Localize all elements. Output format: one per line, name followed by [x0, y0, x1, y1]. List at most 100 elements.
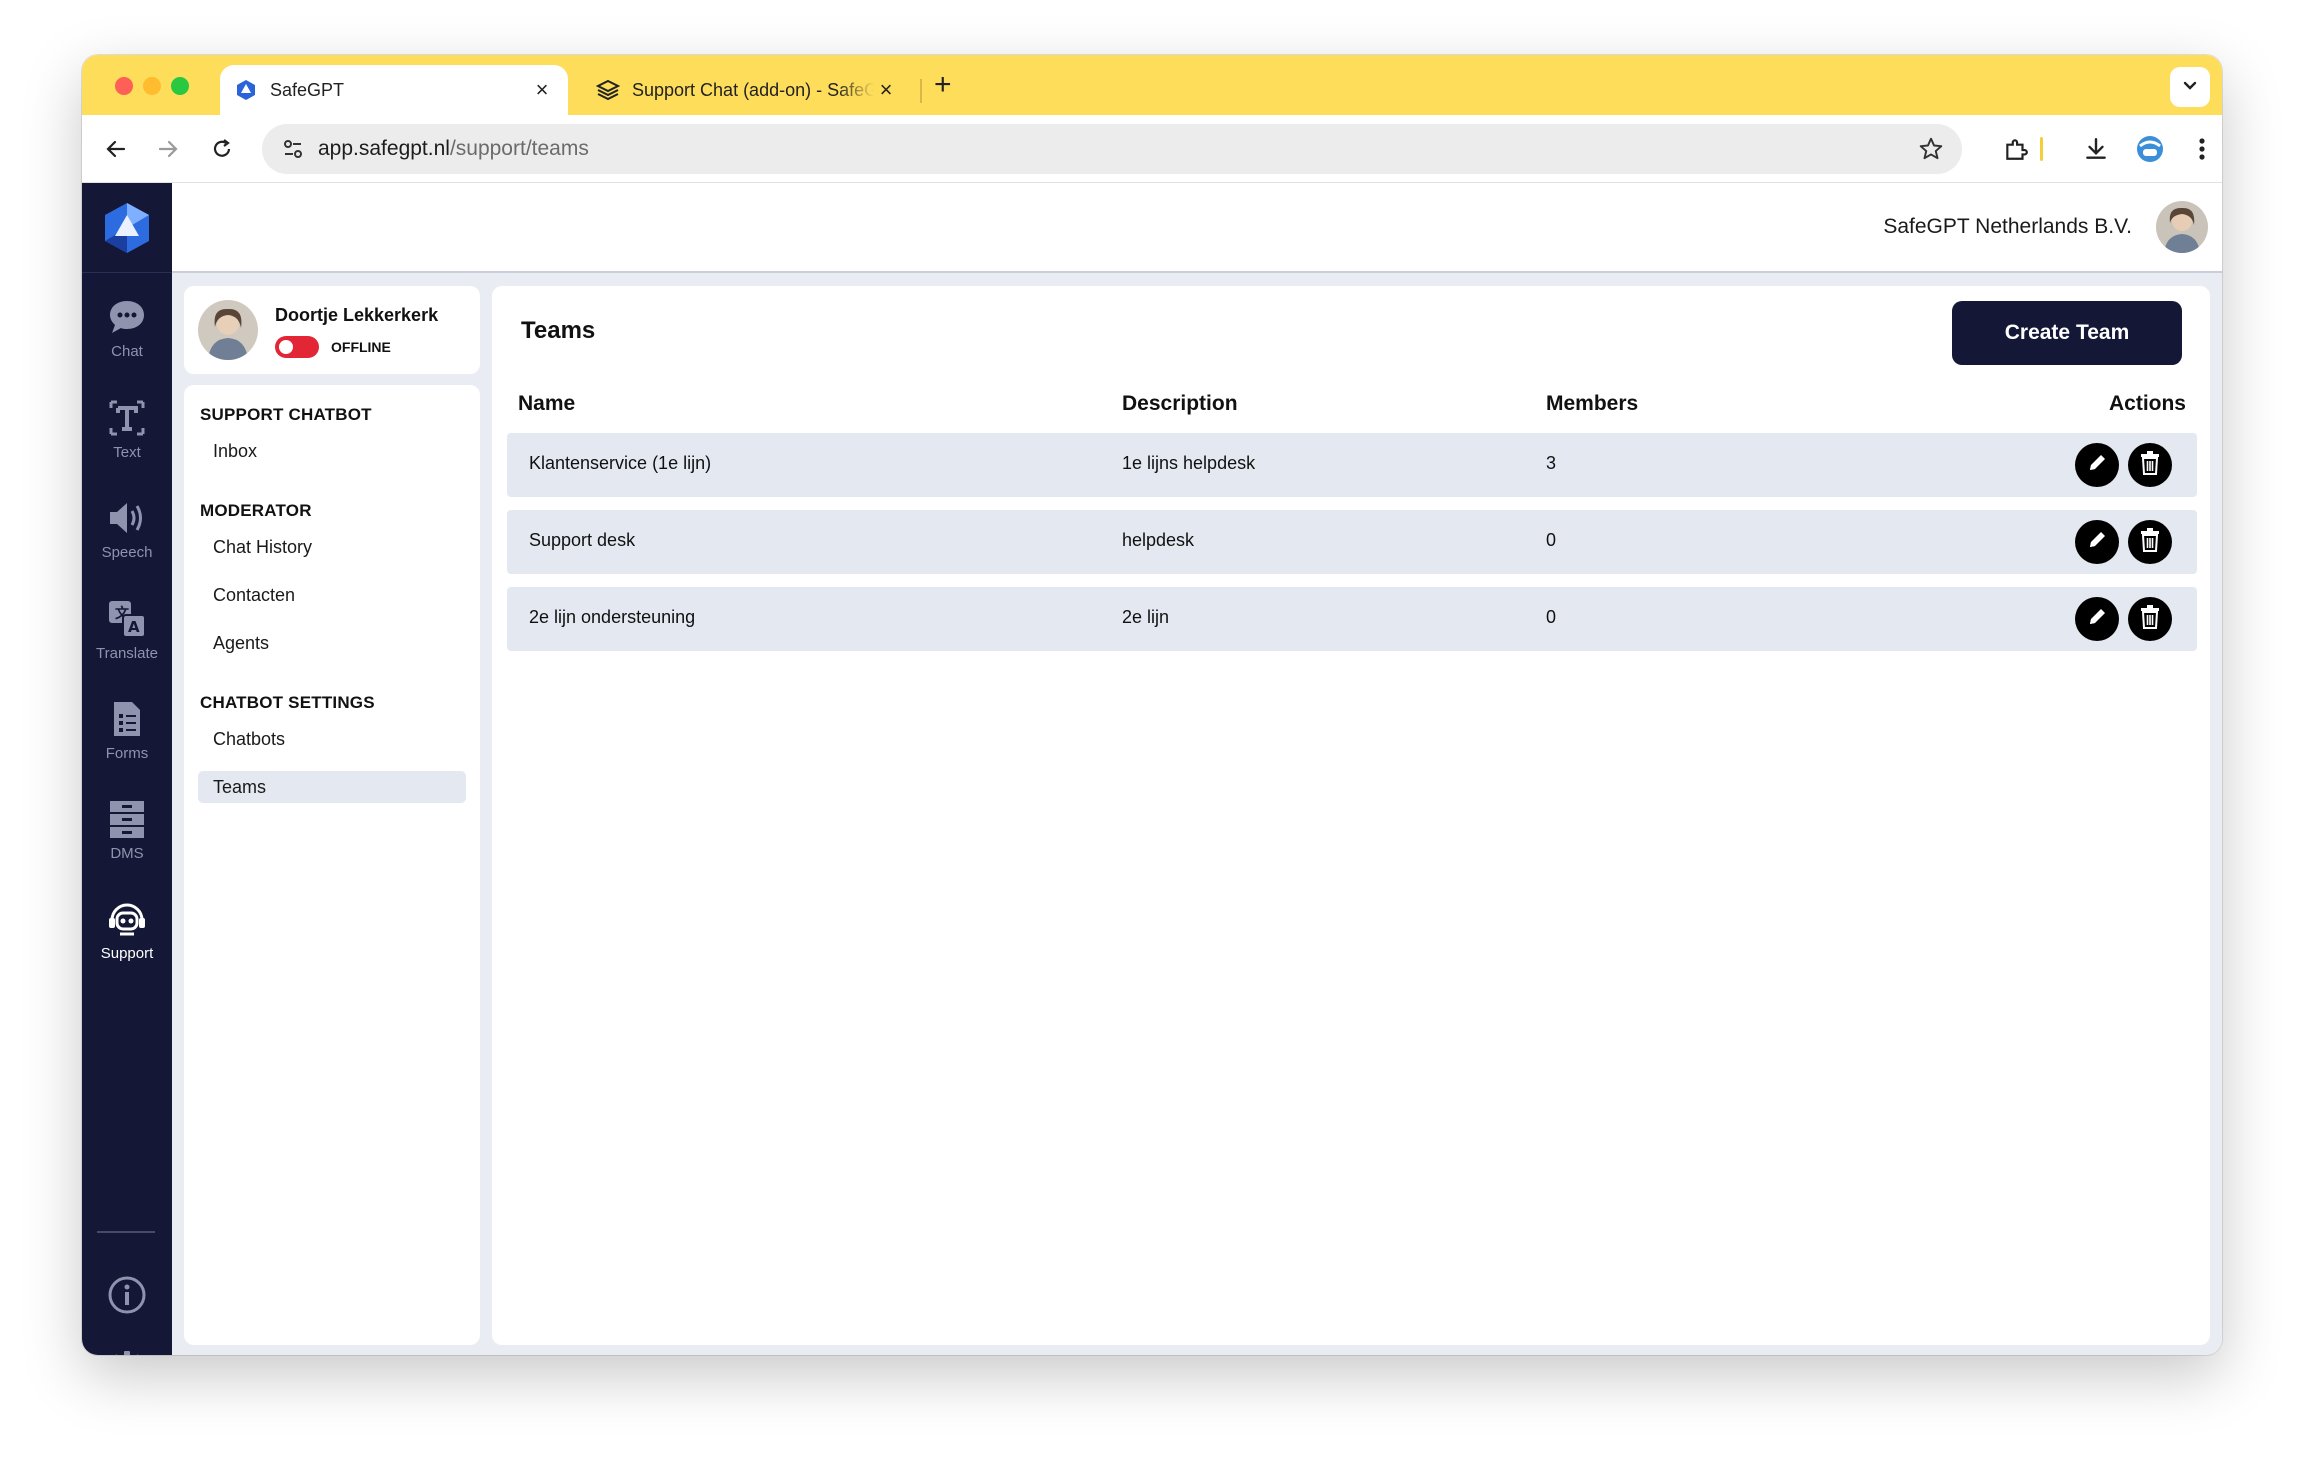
rail-item-forms[interactable]: Forms [82, 697, 172, 762]
online-status-toggle[interactable] [275, 336, 319, 358]
team-name: Support desk [529, 530, 636, 550]
rail-item-support[interactable]: Support [82, 897, 172, 962]
app-logo-icon[interactable] [82, 183, 172, 273]
browser-toolbar: app.safegpt.nl/support/teams [82, 115, 2222, 183]
close-tab-icon[interactable]: × [530, 77, 554, 103]
sidebar-item-inbox[interactable]: Inbox [198, 435, 466, 467]
status-badge: OFFLINE [331, 339, 391, 355]
rail-item-chat[interactable]: Chat [82, 295, 172, 360]
rail-item-dms[interactable]: DMS [82, 797, 172, 862]
team-name: 2e lijn ondersteuning [529, 607, 696, 627]
url-path: /support/teams [449, 137, 589, 160]
rail-label: DMS [110, 845, 144, 862]
bookmark-star-icon[interactable] [1918, 136, 1944, 168]
trash-icon [2138, 450, 2162, 481]
pencil-icon [2086, 452, 2108, 479]
sidebar-item-contacten[interactable]: Contacten [198, 579, 466, 611]
team-description: helpdesk [1122, 530, 1195, 550]
rail-item-speech[interactable]: Speech [82, 496, 172, 561]
edit-button[interactable] [2075, 443, 2119, 487]
site-settings-icon[interactable] [282, 138, 304, 160]
sidebar-item-agents[interactable]: Agents [198, 627, 466, 659]
toolbar-divider [2040, 137, 2043, 161]
address-bar[interactable]: app.safegpt.nl/support/teams [262, 124, 1962, 174]
app-area: Chat Text Speech 文A Translate Forms DMS … [82, 183, 2222, 1355]
info-icon [105, 1273, 149, 1317]
edit-button[interactable] [2075, 597, 2119, 641]
table-row[interactable]: 2e lijn ondersteuning 2e lijn 0 [507, 587, 2197, 651]
sidebar-item-chat-history[interactable]: Chat History [198, 531, 466, 563]
speaker-icon [105, 496, 149, 540]
chevron-down-icon [2181, 76, 2199, 99]
extensions-puzzle-icon[interactable] [2000, 133, 2032, 165]
team-members: 0 [1546, 607, 1557, 627]
rail-label: Forms [105, 745, 149, 762]
table-row[interactable]: Support desk helpdesk 0 [507, 510, 2197, 574]
nav-rail: Chat Text Speech 文A Translate Forms DMS … [82, 183, 172, 1355]
info-button[interactable] [82, 1273, 172, 1321]
teams-panel: Teams Create Team Name Description Membe… [492, 286, 2210, 1345]
minimize-window-button[interactable] [143, 77, 161, 95]
settings-button[interactable] [82, 1347, 172, 1355]
column-header-actions: Actions [2108, 392, 2186, 415]
browser-window: SafeGPT × Support Chat (add-on) - SafeGP… [82, 55, 2222, 1355]
create-team-button[interactable]: Create Team [1952, 301, 2182, 365]
sidebar-item-teams[interactable]: Teams [198, 771, 466, 803]
app-header: SafeGPT Netherlands B.V. [172, 183, 2222, 273]
avatar [198, 300, 258, 360]
support-robot-icon [105, 897, 149, 941]
trash-icon [2138, 527, 2162, 558]
rail-item-text[interactable]: Text [82, 396, 172, 461]
file-cabinet-icon [105, 797, 149, 841]
tab-title: Support Chat (add-on) - SafeGPT [632, 79, 874, 100]
chat-bubble-icon [105, 295, 149, 339]
tab-search-button[interactable] [2170, 67, 2210, 107]
organization-name: SafeGPT Netherlands B.V. [1883, 215, 2132, 238]
profile-extension-icon[interactable] [2134, 133, 2166, 165]
rail-label: Support [100, 945, 154, 962]
download-icon[interactable] [2080, 133, 2112, 165]
team-description: 2e lijn [1122, 607, 1170, 627]
maximize-window-button[interactable] [171, 77, 189, 95]
tab-title: SafeGPT [270, 79, 345, 100]
forward-icon[interactable] [152, 133, 184, 165]
rail-label: Text [113, 444, 141, 461]
sidebar-nav: SUPPORT CHATBOT Inbox MODERATOR Chat His… [184, 385, 480, 1345]
delete-button[interactable] [2128, 597, 2172, 641]
pencil-icon [2086, 529, 2108, 556]
team-members: 0 [1546, 530, 1557, 550]
tab-safegpt[interactable]: SafeGPT × [220, 65, 568, 115]
rail-label: Chat [111, 343, 143, 360]
svg-text:A: A [128, 618, 140, 636]
safegpt-logo-icon [234, 78, 258, 102]
section-chatbot-settings: CHATBOT SETTINGS [200, 693, 375, 712]
new-tab-button[interactable]: + [934, 68, 952, 102]
team-name: Klantenservice (1e lijn) [529, 453, 712, 473]
user-name: Doortje Lekkerkerk [275, 305, 439, 325]
tab-support-chat[interactable]: Support Chat (add-on) - SafeGPT × [582, 65, 912, 115]
close-tab-icon[interactable]: × [874, 77, 898, 103]
delete-button[interactable] [2128, 443, 2172, 487]
trash-icon [2138, 604, 2162, 635]
column-header-name: Name [518, 392, 576, 415]
page-title: Teams [521, 317, 596, 344]
delete-button[interactable] [2128, 520, 2172, 564]
close-window-button[interactable] [115, 77, 133, 95]
rail-label: Speech [101, 544, 153, 561]
sidebar-item-chatbots[interactable]: Chatbots [198, 723, 466, 755]
table-row[interactable]: Klantenservice (1e lijn) 1e lijns helpde… [507, 433, 2197, 497]
column-header-description: Description [1122, 392, 1238, 415]
more-menu-icon[interactable] [2186, 133, 2218, 165]
team-description: 1e lijns helpdesk [1122, 453, 1256, 473]
reload-icon[interactable] [206, 133, 238, 165]
pencil-icon [2086, 606, 2108, 633]
column-header-members: Members [1546, 392, 1639, 415]
rail-divider [97, 1231, 155, 1233]
form-icon [105, 697, 149, 741]
back-icon[interactable] [100, 133, 132, 165]
edit-button[interactable] [2075, 520, 2119, 564]
stack-icon [596, 78, 620, 102]
url-domain: app.safegpt.nl [318, 137, 450, 160]
rail-item-translate[interactable]: 文A Translate [82, 597, 172, 662]
avatar[interactable] [2156, 201, 2208, 253]
